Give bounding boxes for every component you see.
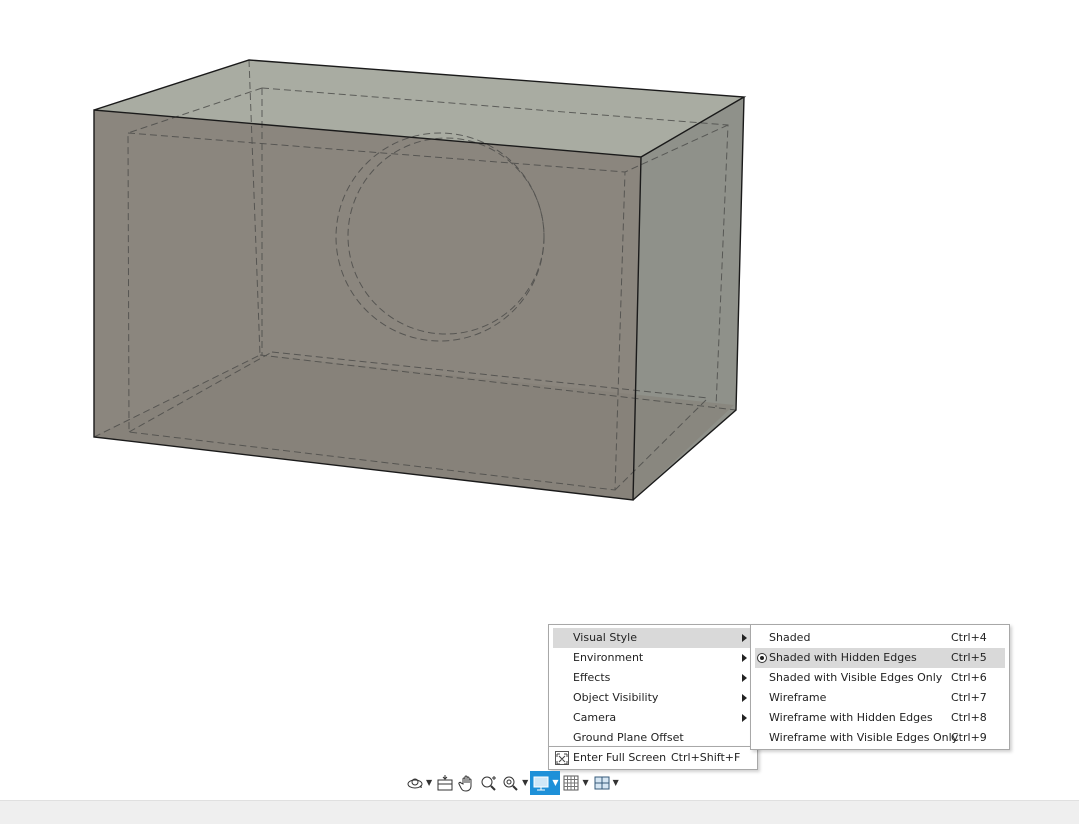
grid-button[interactable]: ▼	[560, 771, 590, 795]
menu-item-label: Ground Plane Offset	[573, 731, 684, 744]
visual-style-shaded-hidden-edges[interactable]: Shaded with Hidden Edges Ctrl+5	[755, 648, 1005, 668]
menu-item-label: Environment	[573, 651, 644, 664]
menu-item-shortcut: Ctrl+9	[951, 731, 987, 744]
grid-icon	[563, 775, 579, 791]
chevron-down-icon: ▼	[426, 778, 433, 787]
menu-item-environment[interactable]: Environment	[553, 648, 751, 668]
menu-item-shortcut: Ctrl+Shift+F	[671, 751, 741, 764]
menu-item-camera[interactable]: Camera	[553, 708, 751, 728]
status-bar	[0, 800, 1079, 824]
visual-style-shaded-visible-edges[interactable]: Shaded with Visible Edges Only Ctrl+6	[755, 668, 1005, 688]
display-settings-button[interactable]: ▼	[530, 771, 561, 795]
chevron-down-icon: ▼	[582, 778, 589, 787]
menu-item-shortcut: Ctrl+7	[951, 691, 987, 704]
chevron-down-icon: ▼	[612, 778, 619, 787]
menu-item-label: Camera	[573, 711, 617, 724]
visual-style-wireframe-visible-edges[interactable]: Wireframe with Visible Edges Only Ctrl+9	[755, 728, 1005, 748]
viewports-button[interactable]: ▼	[591, 771, 621, 795]
submenu-arrow-icon	[742, 654, 747, 662]
visual-style-wireframe[interactable]: Wireframe Ctrl+7	[755, 688, 1005, 708]
menu-item-shortcut: Ctrl+6	[951, 671, 987, 684]
menu-item-label: Wireframe with Visible Edges Only	[769, 731, 959, 744]
display-settings-icon	[533, 776, 549, 791]
look-at-button[interactable]	[434, 771, 456, 795]
menu-item-label: Shaded with Visible Edges Only	[769, 671, 943, 684]
fullscreen-icon	[555, 751, 569, 765]
visual-style-wireframe-hidden-edges[interactable]: Wireframe with Hidden Edges Ctrl+8	[755, 708, 1005, 728]
menu-item-shortcut: Ctrl+4	[951, 631, 987, 644]
menu-item-label: Wireframe	[769, 691, 827, 704]
chevron-down-icon: ▼	[552, 778, 559, 787]
orbit-icon	[407, 778, 423, 789]
visual-style-submenu: Shaded Ctrl+4 Shaded with Hidden Edges C…	[750, 624, 1010, 750]
display-settings-menu: Visual Style Environment Effects Object …	[548, 624, 756, 747]
menu-item-label: Shaded	[769, 631, 811, 644]
navigation-toolbar: ▼ ▼ ▼ ▼ ▼	[404, 770, 621, 796]
fullscreen-menu: Enter Full Screen Ctrl+Shift+F	[548, 746, 758, 770]
submenu-arrow-icon	[742, 714, 747, 722]
menu-item-visual-style[interactable]: Visual Style	[553, 628, 751, 648]
pan-button[interactable]	[456, 771, 478, 795]
orbit-button[interactable]: ▼	[404, 771, 434, 795]
visual-style-shaded[interactable]: Shaded Ctrl+4	[755, 628, 1005, 648]
submenu-arrow-icon	[742, 674, 747, 682]
menu-item-object-visibility[interactable]: Object Visibility	[553, 688, 751, 708]
radio-selected-icon	[757, 653, 767, 663]
fit-icon	[503, 776, 518, 791]
menu-item-enter-full-screen[interactable]: Enter Full Screen Ctrl+Shift+F	[553, 748, 753, 768]
chevron-down-icon: ▼	[522, 778, 529, 787]
menu-item-shortcut: Ctrl+5	[951, 651, 987, 664]
menu-item-label: Effects	[573, 671, 611, 684]
menu-item-ground-plane-offset[interactable]: Ground Plane Offset	[553, 728, 751, 748]
submenu-arrow-icon	[742, 634, 747, 642]
pan-icon	[458, 775, 472, 792]
submenu-arrow-icon	[742, 694, 747, 702]
menu-item-shortcut: Ctrl+8	[951, 711, 987, 724]
menu-item-label: Enter Full Screen	[573, 751, 667, 764]
menu-item-label: Shaded with Hidden Edges	[769, 651, 917, 664]
menu-item-label: Visual Style	[573, 631, 637, 644]
fit-button[interactable]: ▼	[500, 771, 530, 795]
menu-item-label: Object Visibility	[573, 691, 659, 704]
viewports-icon	[594, 776, 610, 790]
menu-item-label: Wireframe with Hidden Edges	[769, 711, 933, 724]
zoom-button[interactable]	[478, 771, 500, 795]
zoom-icon	[481, 776, 497, 791]
look-at-icon	[437, 775, 453, 791]
menu-item-effects[interactable]: Effects	[553, 668, 751, 688]
